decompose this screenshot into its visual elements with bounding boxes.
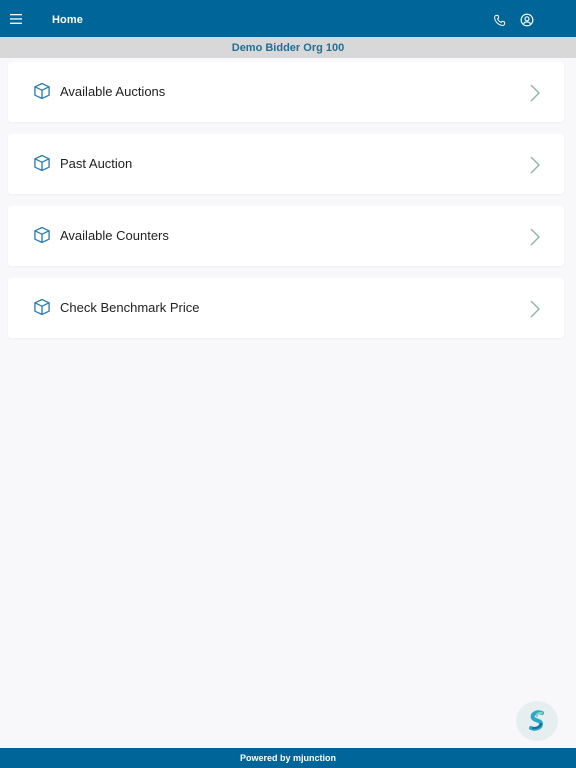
menu-item-past-auction[interactable]: Past Auction	[8, 134, 564, 194]
menu-item-label: Check Benchmark Price	[60, 300, 200, 315]
menu-item-check-benchmark-price[interactable]: Check Benchmark Price	[8, 278, 564, 338]
home-menu-list: Available Auctions Past Auction Availabl…	[8, 62, 564, 350]
organization-name: Demo Bidder Org 100	[231, 41, 345, 54]
top-app-bar: Home	[0, 0, 576, 37]
menu-item-label: Available Auctions	[60, 84, 166, 99]
cube-icon	[34, 82, 50, 100]
footer-text: Powered by mjunction	[239, 753, 336, 763]
menu-item-available-auctions[interactable]: Available Auctions	[8, 62, 564, 122]
chevron-right-icon	[530, 300, 540, 318]
cube-icon	[34, 226, 50, 244]
page-title: Home	[52, 14, 83, 26]
footer-bar: Powered by mjunction	[0, 748, 576, 768]
floating-action-button[interactable]	[516, 701, 558, 741]
chevron-right-icon	[530, 156, 540, 174]
chevron-right-icon	[530, 228, 540, 246]
cube-icon	[34, 154, 50, 172]
phone-icon[interactable]	[489, 10, 509, 30]
chevron-right-icon	[530, 84, 540, 102]
menu-item-available-counters[interactable]: Available Counters	[8, 206, 564, 266]
brand-logo-icon	[529, 710, 544, 731]
organization-banner: Demo Bidder Org 100	[0, 37, 576, 58]
hamburger-menu-icon[interactable]	[5, 8, 27, 30]
cube-icon	[34, 298, 50, 316]
menu-item-label: Past Auction	[60, 156, 133, 171]
user-circle-icon[interactable]	[517, 10, 537, 30]
menu-item-label: Available Counters	[60, 228, 169, 243]
